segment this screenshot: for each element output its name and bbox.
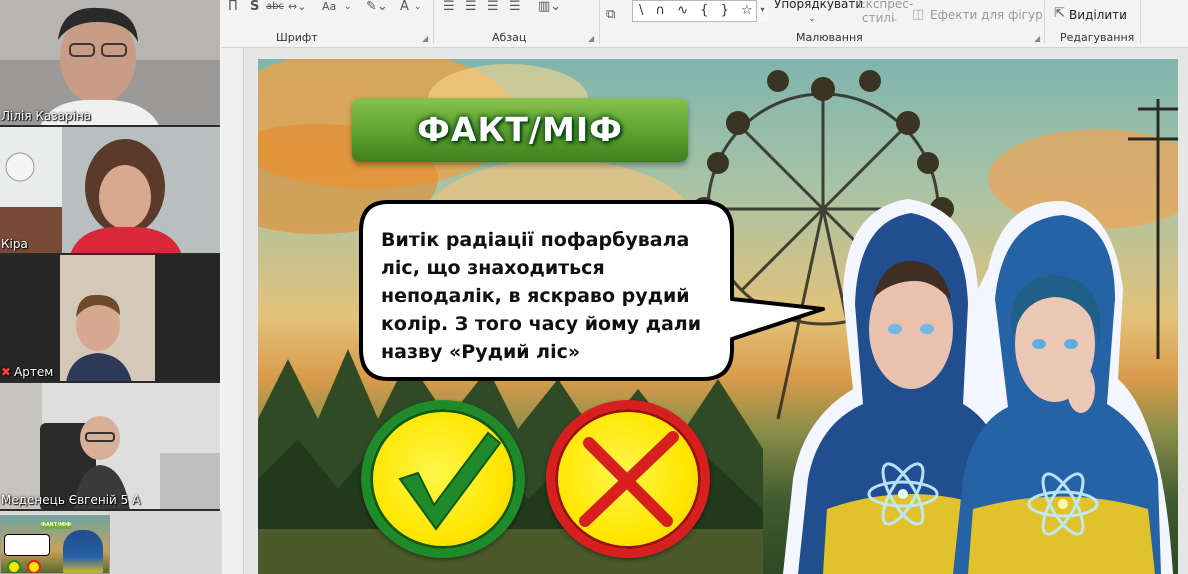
cross-mark-icon (579, 431, 679, 527)
cursor-arrow-icon[interactable]: ⇱ (1054, 7, 1065, 21)
participant-tile[interactable]: Кіра (0, 127, 220, 255)
thumbnail-pane-edge (222, 48, 244, 574)
quick-styles-button-line2[interactable]: стилі (862, 11, 894, 25)
font-color-icon[interactable]: A (400, 0, 409, 14)
characters-illustration (783, 199, 1173, 574)
slide-thumbnail[interactable]: ФАКТ/МІФ (0, 515, 110, 574)
thumbnail-bubble (4, 534, 50, 556)
shape-effects-icon[interactable]: ◫ (912, 8, 924, 22)
statement-text: Витік радіації пофарбувала ліс, що знахо… (381, 229, 702, 363)
participant-video (0, 0, 220, 125)
title-banner: ФАКТ/МІФ (352, 98, 688, 162)
group-separator (1140, 0, 1141, 44)
group-label-paragraph: Абзац (492, 31, 527, 44)
slide-canvas: ФАКТ/МІФ Витік радіації пофарбувала ліс,… (258, 59, 1178, 574)
dialog-launcher-icon[interactable]: ◢ (1034, 34, 1040, 43)
character-spacing-icon[interactable]: ↔⌄ (288, 0, 306, 14)
chevron-down-icon[interactable]: ⌄ (1028, 10, 1036, 24)
strikethrough-icon[interactable]: abc (266, 0, 284, 14)
align-center-icon[interactable]: ☰ (465, 0, 477, 14)
chevron-down-icon[interactable]: ⌄ (808, 12, 816, 26)
group-label-drawing: Малювання (796, 31, 863, 44)
participant-name: Лілія Казаріна (1, 109, 92, 123)
arrange-shapes-icon[interactable]: ⧉ (606, 8, 615, 22)
slide-title: ФАКТ/МІФ (417, 110, 623, 149)
thumbnail-fact-button (7, 560, 21, 573)
ribbon: П S abc ↔⌄ Aa ⌄ ✎⌄ A ⌄ Шрифт ◢ ☰ ☰ ☰ ☰ ▥… (222, 0, 1188, 48)
thumbnail-characters (63, 530, 103, 573)
group-separator (433, 0, 434, 44)
change-case-icon[interactable]: Aa (322, 0, 336, 14)
participant-name: ✖ Артем (1, 365, 54, 379)
arrange-button[interactable]: Упорядкувати (774, 0, 863, 11)
align-left-icon[interactable]: ☰ (443, 0, 455, 14)
dialog-launcher-icon[interactable]: ◢ (422, 34, 428, 43)
participant-tile[interactable]: Меденець Євгеній 5 А (0, 383, 220, 511)
quick-styles-button[interactable]: Експрес- (858, 0, 913, 11)
chevron-down-icon[interactable]: ⌄ (1120, 10, 1128, 24)
dialog-launcher-icon[interactable]: ◢ (588, 34, 594, 43)
chevron-down-icon[interactable]: ⌄ (344, 0, 352, 14)
slide-thumbnail-strip: ФАКТ/МІФ (0, 511, 222, 574)
text-shadow-icon[interactable]: S (250, 0, 259, 14)
fact-button[interactable] (361, 400, 525, 558)
underline-icon[interactable]: П (228, 0, 238, 14)
select-button[interactable]: Виділити (1069, 8, 1127, 22)
chevron-down-icon[interactable]: ⌄ (891, 12, 899, 26)
shape-effects-button[interactable]: Ефекти для фігур (930, 8, 1043, 22)
mic-muted-icon: ✖ (1, 365, 12, 379)
shapes-gallery[interactable]: \ ∩ ∿ { } ☆ (632, 0, 768, 22)
participant-name: Меденець Євгеній 5 А (1, 493, 141, 507)
participant-video (0, 255, 220, 381)
participant-name: Кіра (1, 237, 28, 251)
align-right-icon[interactable]: ☰ (487, 0, 499, 14)
participants-panel: Лілія Казаріна Кіра ✖ Артем Меденець Євг… (0, 0, 222, 574)
group-separator (599, 0, 600, 44)
thumbnail-myth-button (27, 560, 41, 573)
group-label-editing: Редагування (1060, 31, 1135, 44)
participant-video (0, 127, 220, 253)
myth-button[interactable] (546, 400, 710, 558)
columns-icon[interactable]: ▥⌄ (538, 0, 561, 14)
participant-tile[interactable]: Лілія Казаріна (0, 0, 220, 127)
participant-tile[interactable]: ✖ Артем (0, 255, 220, 383)
check-mark-icon (398, 431, 502, 531)
group-separator (1044, 0, 1045, 44)
justify-icon[interactable]: ☰ (509, 0, 521, 14)
app-window: Лілія Казаріна Кіра ✖ Артем Меденець Євг… (0, 0, 1188, 574)
highlight-icon[interactable]: ✎⌄ (366, 0, 388, 14)
group-label-font: Шрифт (276, 31, 318, 44)
thumbnail-title: ФАКТ/МІФ (41, 521, 71, 529)
chevron-down-icon[interactable]: ⌄ (414, 0, 422, 14)
participant-video (0, 383, 220, 509)
gallery-more-button[interactable]: ▾ (756, 0, 768, 22)
